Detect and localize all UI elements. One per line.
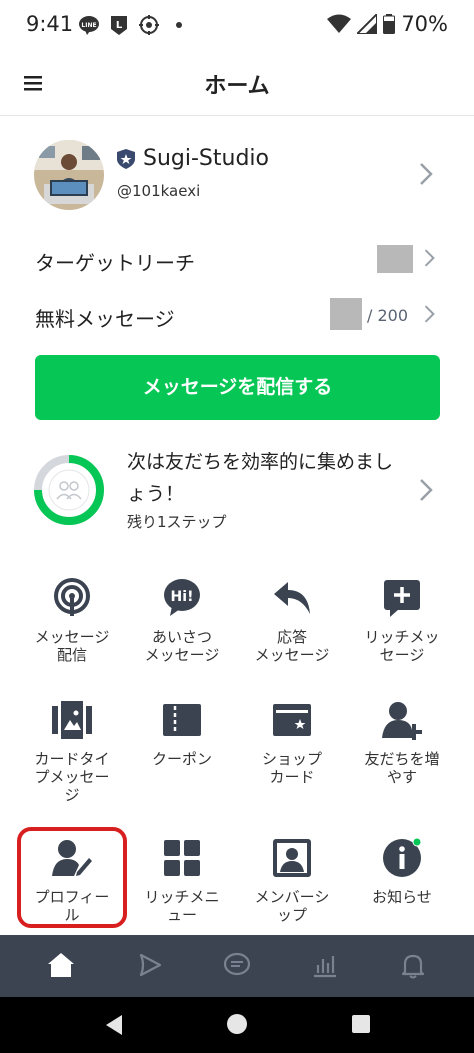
verified-shield-icon (117, 148, 135, 169)
chevron-right-icon (424, 305, 435, 323)
rich-menu-icon (164, 840, 200, 876)
target-reach-row[interactable]: ターゲットリーチ (0, 238, 474, 282)
status-time: 9:41 (26, 12, 74, 36)
grid-label: リッチメニ ュー (144, 888, 220, 924)
grid-item-add-friends[interactable]: 友だちを増 やす (347, 700, 457, 805)
add-friend-icon (382, 702, 422, 740)
grid-label: ショップ カード (261, 750, 322, 786)
profile-icon (52, 840, 92, 876)
chevron-right-icon (420, 163, 433, 185)
free-messages-value-redacted (330, 298, 362, 330)
grid-label: プロフィー ル (34, 888, 110, 924)
grid-item-auto-reply[interactable]: 応答 メッセージ (237, 578, 347, 673)
progress-ring (34, 455, 104, 525)
grid-label: 友だちを増 やす (364, 750, 440, 786)
shop-card-icon (273, 704, 311, 736)
broadcast-icon (54, 578, 90, 616)
page-title: ホーム (204, 74, 270, 99)
avatar (34, 140, 104, 210)
account-id: @101kaexi (117, 182, 201, 200)
onboarding-steps-card[interactable]: 次は友だちを効率的に集めましょう！ 残り1ステップ (0, 440, 474, 540)
grid-item-rich-menu[interactable]: リッチメニ ュー (127, 838, 237, 928)
coupon-icon (163, 704, 201, 736)
card-message-icon (52, 701, 92, 739)
dot-icon (168, 14, 190, 36)
free-messages-label: 無料メッセージ (35, 307, 175, 331)
status-right: 70% (327, 12, 448, 36)
battery-icon (383, 14, 396, 34)
voom-icon[interactable] (136, 951, 164, 979)
free-messages-quota: / 200 (367, 306, 409, 325)
steps-title: 次は友だちを効率的に集めましょう！ (127, 451, 394, 505)
greeting-icon: Hi! (164, 579, 200, 616)
target-icon (138, 14, 160, 36)
l-app-icon: L (108, 14, 130, 36)
system-nav-bar (0, 997, 474, 1053)
grid-item-rich-message[interactable]: リッチメッ セージ (347, 578, 457, 673)
battery-percent: 70% (401, 12, 448, 36)
grid-label: カードタイ プメッセー ジ (34, 750, 110, 804)
system-home-icon[interactable] (226, 1013, 248, 1035)
membership-icon (273, 839, 311, 877)
grid-item-membership[interactable]: メンバーシ ップ (237, 838, 347, 928)
account-name-row: Sugi-Studio (117, 146, 269, 171)
chat-icon[interactable] (223, 951, 251, 979)
svg-text:L: L (116, 20, 123, 31)
system-recents-icon[interactable] (352, 1015, 370, 1033)
account-name: Sugi-Studio (143, 146, 269, 171)
grid-label: 応答 メッセージ (254, 628, 330, 664)
rich-message-icon (384, 580, 420, 617)
grid-item-shop-card[interactable]: ショップ カード (237, 700, 347, 805)
system-back-icon[interactable] (104, 1014, 124, 1036)
home-icon[interactable] (47, 951, 75, 979)
grid-label: あいさつ メッセージ (144, 628, 220, 664)
send-message-button[interactable]: メッセージを配信する (35, 355, 440, 420)
svg-text:LINE: LINE (81, 22, 96, 29)
grid-item-notices[interactable]: お知らせ (347, 838, 457, 928)
grid-item-card-message[interactable]: カードタイ プメッセー ジ (17, 700, 127, 805)
app-header: ホーム (0, 52, 474, 116)
reply-icon (274, 582, 310, 614)
grid-item-greeting-message[interactable]: Hi! あいさつ メッセージ (127, 578, 237, 673)
chevron-right-icon (420, 479, 433, 501)
steps-subtitle: 残り1ステップ (127, 513, 227, 531)
analytics-icon[interactable] (311, 951, 339, 979)
bottom-nav (0, 935, 474, 997)
line-icon: LINE (78, 14, 100, 36)
notification-icons: LINE L (78, 14, 190, 36)
grid-label: リッチメッ セージ (364, 628, 440, 664)
status-bar: 9:41 LINE L 70% (0, 0, 474, 52)
grid-label: メッセージ 配信 (34, 628, 110, 664)
chevron-right-icon (424, 249, 435, 267)
grid-item-profile[interactable]: プロフィー ル (17, 838, 127, 928)
signal-icon (357, 14, 378, 34)
free-messages-row[interactable]: 無料メッセージ / 200 (0, 294, 474, 338)
info-icon (383, 838, 422, 877)
wifi-icon (327, 14, 352, 33)
account-card[interactable]: Sugi-Studio @101kaexi (0, 132, 474, 218)
target-reach-value-redacted (377, 245, 413, 273)
grid-item-message-broadcast[interactable]: メッセージ 配信 (17, 578, 127, 673)
grid-label: クーポン (151, 750, 212, 768)
grid-item-coupon[interactable]: クーポン (127, 700, 237, 805)
bell-icon[interactable] (399, 951, 427, 979)
grid-label: メンバーシ ップ (254, 888, 330, 924)
target-reach-label: ターゲットリーチ (35, 251, 195, 275)
grid-label: お知らせ (372, 888, 432, 906)
svg-text:Hi!: Hi! (171, 589, 194, 605)
